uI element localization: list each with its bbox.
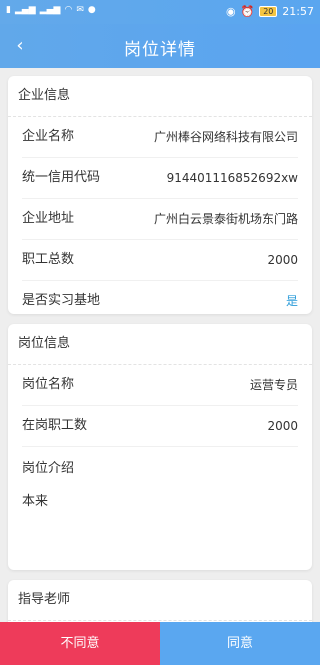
intro-label: 岗位介绍 bbox=[22, 461, 75, 476]
page-title: 岗位详情 bbox=[124, 40, 196, 60]
on-duty-count-value: 2000 bbox=[267, 419, 298, 433]
address-label: 企业地址 bbox=[22, 211, 75, 226]
internship-base-value: 是 bbox=[285, 294, 298, 308]
staff-count-label: 职工总数 bbox=[22, 252, 75, 267]
signal-icon-2: ▂▄▆ bbox=[39, 5, 61, 15]
internship-base-label: 是否实习基地 bbox=[22, 293, 101, 308]
address-value: 广州白云景泰街机场东门路 bbox=[153, 212, 298, 226]
position-name-label: 岗位名称 bbox=[22, 377, 75, 392]
credit-code-label: 统一信用代码 bbox=[22, 170, 101, 185]
chat-icon: ● bbox=[87, 5, 96, 15]
position-name-row: 岗位名称 运营专员 bbox=[22, 365, 298, 406]
staff-count-value: 2000 bbox=[267, 253, 298, 267]
credit-code-value: 914401116852692xw bbox=[166, 171, 298, 185]
company-card: 企业信息 企业名称 广州棒谷网络科技有限公司 统一信用代码 9144011168… bbox=[8, 76, 312, 314]
position-card: 岗位信息 岗位名称 运营专员 在岗职工数 2000 岗位介绍 本来 bbox=[8, 324, 312, 570]
company-name-label: 企业名称 bbox=[22, 129, 75, 144]
status-bar: ▮ ▂▄▆ ▂▄▆ ◠ ✉ ● ◉ ⏰ 20 21:57 bbox=[0, 0, 320, 24]
eye-icon: ◉ bbox=[225, 5, 236, 18]
company-name-row: 企业名称 广州棒谷网络科技有限公司 bbox=[22, 117, 298, 158]
address-row: 企业地址 广州白云景泰街机场东门路 bbox=[22, 199, 298, 240]
company-name-value: 广州棒谷网络科技有限公司 bbox=[153, 130, 298, 144]
internship-base-row: 是否实习基地 是 bbox=[22, 281, 298, 321]
on-duty-count-row: 在岗职工数 2000 bbox=[22, 406, 298, 447]
staff-count-row: 职工总数 2000 bbox=[22, 240, 298, 281]
sim-icon: ▮ bbox=[6, 5, 11, 15]
reject-button[interactable]: 不同意 bbox=[0, 622, 160, 665]
company-header: 企业信息 bbox=[8, 76, 312, 117]
status-right: ◉ ⏰ 20 21:57 bbox=[226, 5, 314, 18]
intro-text: 本来 bbox=[22, 494, 49, 509]
wifi-icon: ◠ bbox=[64, 5, 73, 15]
teacher-header: 指导老师 bbox=[8, 580, 312, 621]
action-footer: 不同意 同意 bbox=[0, 622, 320, 665]
position-intro: 岗位介绍 本来 bbox=[22, 447, 298, 509]
status-left: ▮ ▂▄▆ ▂▄▆ ◠ ✉ ● bbox=[6, 5, 96, 15]
signal-icon: ▂▄▆ bbox=[14, 5, 36, 15]
position-name-value: 运营专员 bbox=[249, 378, 298, 392]
position-header: 岗位信息 bbox=[8, 324, 312, 365]
battery-icon: 20 bbox=[259, 6, 278, 17]
on-duty-count-label: 在岗职工数 bbox=[22, 418, 88, 433]
alarm-icon: ⏰ bbox=[240, 5, 255, 18]
clock-time: 21:57 bbox=[282, 5, 314, 18]
credit-code-row: 统一信用代码 914401116852692xw bbox=[22, 158, 298, 199]
agree-button[interactable]: 同意 bbox=[160, 622, 320, 665]
nav-bar: ‹ 岗位详情 bbox=[0, 24, 320, 68]
message-icon: ✉ bbox=[76, 5, 84, 15]
